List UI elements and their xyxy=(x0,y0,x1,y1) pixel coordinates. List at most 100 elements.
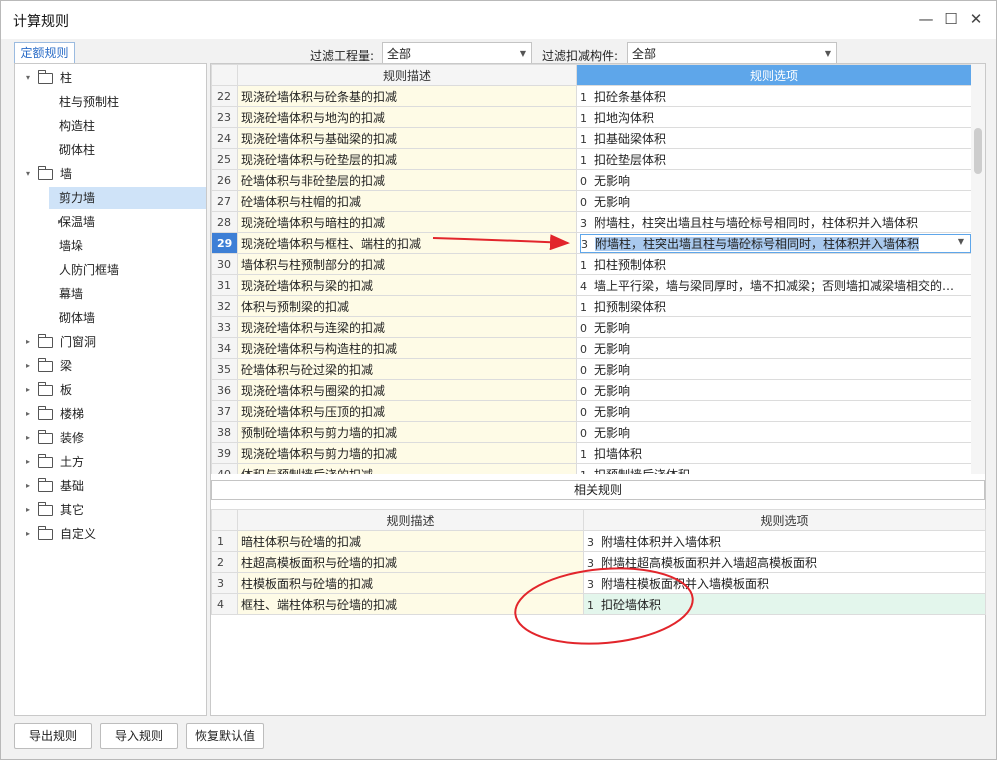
rule-desc-cell: 砼墙体积与柱帽的扣减 xyxy=(237,190,577,212)
tree-item[interactable]: ▸ 板 xyxy=(15,379,206,401)
table-row[interactable]: 28 现浇砼墙体积与暗柱的扣减 3 附墙柱，柱突出墙且柱与墙砼标号相同时，柱体积并入墙… xyxy=(211,211,971,233)
expand-right-icon[interactable]: ▸ xyxy=(23,427,33,449)
row-number: 27 xyxy=(211,190,238,212)
rule-option-dropdown[interactable]: 3 附墙柱，柱突出墙且柱与墙砼标号相同时，柱体积并入墙体积 ▼ xyxy=(576,232,971,254)
tree-item[interactable]: ▸ 门窗洞 xyxy=(15,331,206,353)
table-row[interactable]: 30 墙体积与柱预制部分的扣减 1 扣柱预制体积 xyxy=(211,253,971,275)
tree-item[interactable]: 柱与预制柱 xyxy=(49,91,206,113)
rule-option-cell[interactable]: 0 无影响 xyxy=(576,316,971,338)
rule-option-cell[interactable]: 0 无影响 xyxy=(576,358,971,380)
rule-option-cell[interactable]: 0 无影响 xyxy=(576,190,971,212)
tree-item[interactable]: ▸ 自定义 xyxy=(15,523,206,545)
tab-quota-rules[interactable]: 定额规则 xyxy=(14,42,75,64)
expand-down-icon[interactable]: ▾ xyxy=(23,163,33,185)
rule-desc-cell: 暗柱体积与砼墙的扣减 xyxy=(237,530,584,552)
rule-option-cell[interactable]: 1 扣柱预制体积 xyxy=(576,253,971,275)
rule-option-cell[interactable]: 3 附墙柱体积并入墙体积 xyxy=(583,530,986,552)
scrollbar-thumb[interactable] xyxy=(974,128,982,174)
table-row[interactable]: 33 现浇砼墙体积与连梁的扣减 0 无影响 xyxy=(211,316,971,338)
rule-option-cell[interactable]: 1 扣砼条基体积 xyxy=(576,85,971,107)
tree-item[interactable]: ▾ 墙 xyxy=(15,163,206,185)
rule-option-cell[interactable]: 1 扣墙体积 xyxy=(576,442,971,464)
tree-item[interactable]: 砌体柱 xyxy=(49,139,206,161)
tree-item[interactable]: ▸ 其它 xyxy=(15,499,206,521)
row-number: 30 xyxy=(211,253,238,275)
tree-item[interactable]: 剪力墙 xyxy=(49,187,206,209)
close-icon[interactable]: ✕ xyxy=(966,9,986,29)
tree-item-label: 墙垛 xyxy=(59,239,84,253)
rule-option-cell[interactable]: 0 无影响 xyxy=(576,421,971,443)
table-row[interactable]: 38 预制砼墙体积与剪力墙的扣减 0 无影响 xyxy=(211,421,971,443)
tree-item[interactable]: ▸ 装修 xyxy=(15,427,206,449)
restore-defaults-button[interactable]: 恢复默认值 xyxy=(186,723,264,749)
expand-right-icon[interactable]: ▸ xyxy=(23,523,33,545)
table-row[interactable]: 25 现浇砼墙体积与砼垫层的扣减 1 扣砼垫层体积 xyxy=(211,148,971,170)
table-row[interactable]: 39 现浇砼墙体积与剪力墙的扣减 1 扣墙体积 xyxy=(211,442,971,464)
table-row[interactable]: 3 柱模板面积与砼墙的扣减 3 附墙柱模板面积并入墙模板面积 xyxy=(211,572,986,594)
rule-option-cell[interactable]: 0 无影响 xyxy=(576,400,971,422)
tree-item[interactable]: 墙垛 xyxy=(49,235,206,257)
expand-right-icon[interactable]: ▸ xyxy=(23,355,33,377)
tree-item[interactable]: 幕墙 xyxy=(49,283,206,305)
rule-option-cell[interactable]: 0 无影响 xyxy=(576,169,971,191)
table-row[interactable]: 37 现浇砼墙体积与压顶的扣减 0 无影响 xyxy=(211,400,971,422)
expand-right-icon[interactable]: ▸ xyxy=(23,499,33,521)
tree-item[interactable]: 构造柱 xyxy=(49,115,206,137)
maximize-icon[interactable]: ☐ xyxy=(941,9,961,29)
rule-option-cell[interactable]: 0 无影响 xyxy=(576,337,971,359)
chevron-down-icon[interactable]: ▼ xyxy=(958,237,964,246)
rule-option-cell[interactable]: 1 扣地沟体积 xyxy=(576,106,971,128)
folder-icon xyxy=(38,166,53,180)
rule-option-cell[interactable]: 0 无影响 xyxy=(576,379,971,401)
expand-right-icon[interactable]: ▸ xyxy=(23,331,33,353)
vertical-scrollbar[interactable] xyxy=(971,64,985,474)
export-rules-button[interactable]: 导出规则 xyxy=(14,723,92,749)
expand-right-icon[interactable]: ▸ xyxy=(23,379,33,401)
table-row[interactable]: 32 体积与预制梁的扣减 1 扣预制梁体积 xyxy=(211,295,971,317)
table-row[interactable]: 36 现浇砼墙体积与圈梁的扣减 0 无影响 xyxy=(211,379,971,401)
table-row[interactable]: 22 现浇砼墙体积与砼条基的扣减 1 扣砼条基体积 xyxy=(211,85,971,107)
rule-option-cell[interactable]: 1 扣预制梁体积 xyxy=(576,295,971,317)
tree-item-label: 土方 xyxy=(60,455,85,469)
tree-item[interactable]: ▸ 楼梯 xyxy=(15,403,206,425)
table-row[interactable]: 26 砼墙体积与非砼垫层的扣减 0 无影响 xyxy=(211,169,971,191)
expand-down-icon[interactable]: ▾ xyxy=(23,67,33,89)
table-row[interactable]: 4 框柱、端柱体积与砼墙的扣减 1 扣砼墙体积 xyxy=(211,593,986,615)
tree-item[interactable]: 人防门框墙 xyxy=(49,259,206,281)
table-row[interactable]: 1 暗柱体积与砼墙的扣减 3 附墙柱体积并入墙体积 xyxy=(211,530,986,552)
rule-desc-cell: 现浇砼墙体积与框柱、端柱的扣减 xyxy=(237,232,577,254)
tree-item[interactable]: ▾ 柱 xyxy=(15,67,206,89)
table-row[interactable]: 27 砼墙体积与柱帽的扣减 0 无影响 xyxy=(211,190,971,212)
expand-right-icon[interactable]: ▸ xyxy=(23,403,33,425)
tree-item[interactable]: ▸ 基础 xyxy=(15,475,206,497)
table-row[interactable]: 24 现浇砼墙体积与基础梁的扣减 1 扣基础梁体积 xyxy=(211,127,971,149)
table-row[interactable]: 40体积与预制墙后浇的扣减1扣预制墙后浇体积 xyxy=(211,463,971,474)
tree-item[interactable]: ▸ 土方 xyxy=(15,451,206,473)
expand-right-icon[interactable]: ▸ xyxy=(23,451,33,473)
tree-item[interactable]: ▸ 梁 xyxy=(15,355,206,377)
tree-item[interactable]: 砌体墙 xyxy=(49,307,206,329)
rule-desc-cell: 砼墙体积与砼过梁的扣减 xyxy=(237,358,577,380)
rule-desc-cell: 柱模板面积与砼墙的扣减 xyxy=(237,572,584,594)
rule-option-cell[interactable]: 1扣预制墙后浇体积 xyxy=(576,463,971,474)
table-row[interactable]: 23 现浇砼墙体积与地沟的扣减 1 扣地沟体积 xyxy=(211,106,971,128)
rule-option-cell[interactable]: 1 扣砼垫层体积 xyxy=(576,148,971,170)
rule-option-cell[interactable]: 1 扣基础梁体积 xyxy=(576,127,971,149)
rule-option-cell[interactable]: 1 扣砼墙体积 xyxy=(583,593,986,615)
table-row[interactable]: 2 柱超高模板面积与砼墙的扣减 3 附墙柱超高模板面积并入墙超高模板面积 xyxy=(211,551,986,573)
expand-right-icon[interactable]: ▸ xyxy=(23,475,33,497)
option-code: 3 xyxy=(587,577,594,591)
rule-option-cell[interactable]: 4 墙上平行梁，墙与梁同厚时，墙不扣减梁；否则墙扣减梁墙相交的… xyxy=(576,274,971,296)
rules-grid: 规则描述 规则选项 22 现浇砼墙体积与砼条基的扣减 1 扣砼条基体积 23 现浇砼墙体积… xyxy=(211,64,971,474)
rule-option-cell[interactable]: 3 附墙柱超高模板面积并入墙超高模板面积 xyxy=(583,551,986,573)
rule-option-cell[interactable]: 3 附墙柱，柱突出墙且柱与墙砼标号相同时，柱体积并入墙体积 xyxy=(576,211,971,233)
table-row[interactable]: 29 现浇砼墙体积与框柱、端柱的扣减 3 附墙柱，柱突出墙且柱与墙砼标号相同时，柱体积… xyxy=(211,232,971,254)
row-number: 34 xyxy=(211,337,238,359)
minimize-icon[interactable]: — xyxy=(916,9,936,29)
import-rules-button[interactable]: 导入规则 xyxy=(100,723,178,749)
table-row[interactable]: 34 现浇砼墙体积与构造柱的扣减 0 无影响 xyxy=(211,337,971,359)
tree-item[interactable]: ▸ 保温墙 xyxy=(49,211,206,233)
table-row[interactable]: 35 砼墙体积与砼过梁的扣减 0 无影响 xyxy=(211,358,971,380)
table-row[interactable]: 31 现浇砼墙体积与梁的扣减 4 墙上平行梁，墙与梁同厚时，墙不扣减梁；否则墙扣减梁墙… xyxy=(211,274,971,296)
rule-option-cell[interactable]: 3 附墙柱模板面积并入墙模板面积 xyxy=(583,572,986,594)
